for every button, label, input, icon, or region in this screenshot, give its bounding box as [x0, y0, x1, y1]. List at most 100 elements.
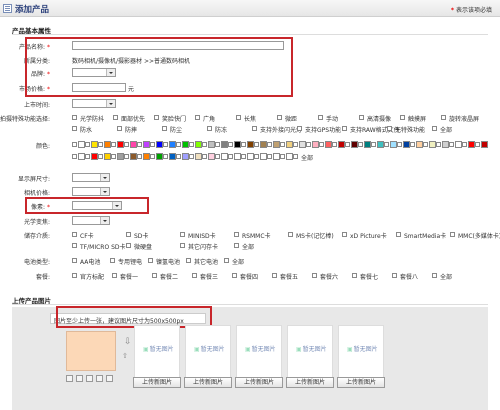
color-checkbox[interactable]: [475, 142, 480, 147]
color-checkbox[interactable]: [85, 142, 90, 147]
color-checkbox[interactable]: [293, 142, 298, 147]
color-checkbox[interactable]: [423, 142, 428, 147]
color-checkbox[interactable]: [319, 142, 324, 147]
color-checkbox[interactable]: [384, 142, 389, 147]
checkbox[interactable]: [112, 273, 117, 278]
checkbox[interactable]: [117, 126, 122, 131]
thumbnail-slot[interactable]: [76, 375, 83, 382]
checkbox[interactable]: [441, 115, 446, 120]
color-checkbox[interactable]: [397, 142, 402, 147]
checkbox[interactable]: [392, 273, 397, 278]
color-checkbox[interactable]: [150, 142, 155, 147]
color-checkbox[interactable]: [85, 154, 90, 159]
checkbox[interactable]: [450, 232, 455, 237]
thumbnail-slot[interactable]: [96, 375, 103, 382]
thumbnail-slot[interactable]: [106, 375, 113, 382]
checkbox[interactable]: [110, 258, 115, 263]
color-checkbox[interactable]: [150, 154, 155, 159]
checkbox[interactable]: [126, 243, 131, 248]
color-checkbox[interactable]: [111, 142, 116, 147]
color-checkbox[interactable]: [436, 142, 441, 147]
color-checkbox[interactable]: [228, 142, 233, 147]
upload-image-button[interactable]: 上传新图片: [235, 377, 283, 388]
color-checkbox[interactable]: [254, 142, 259, 147]
checkbox[interactable]: [72, 115, 77, 120]
checkbox[interactable]: [232, 273, 237, 278]
checkbox[interactable]: [72, 126, 77, 131]
checkbox[interactable]: [180, 232, 185, 237]
color-checkbox[interactable]: [176, 142, 181, 147]
checkbox[interactable]: [272, 273, 277, 278]
color-checkbox[interactable]: [358, 142, 363, 147]
checkbox[interactable]: [400, 115, 405, 120]
color-checkbox[interactable]: [280, 142, 285, 147]
color-checkbox[interactable]: [215, 154, 220, 159]
checkbox[interactable]: [342, 232, 347, 237]
color-checkbox[interactable]: [280, 154, 285, 159]
color-checkbox[interactable]: [98, 154, 103, 159]
color-checkbox[interactable]: [462, 142, 467, 147]
checkbox[interactable]: [72, 273, 77, 278]
checkbox[interactable]: [162, 126, 167, 131]
color-checkbox[interactable]: [254, 154, 259, 159]
checkbox[interactable]: [352, 273, 357, 278]
checkbox[interactable]: [224, 258, 229, 263]
color-checkbox[interactable]: [124, 142, 129, 147]
checkbox[interactable]: [207, 126, 212, 131]
color-checkbox[interactable]: [241, 142, 246, 147]
checkbox[interactable]: [186, 258, 191, 263]
color-checkbox[interactable]: [410, 142, 415, 147]
color-checkbox[interactable]: [111, 154, 116, 159]
checkbox[interactable]: [72, 243, 77, 248]
body-price-select[interactable]: [72, 187, 110, 196]
checkbox[interactable]: [288, 232, 293, 237]
checkbox[interactable]: [236, 115, 241, 120]
upload-image-button[interactable]: 上传新图片: [337, 377, 385, 388]
color-checkbox[interactable]: [306, 142, 311, 147]
checkbox[interactable]: [293, 154, 298, 159]
color-checkbox[interactable]: [189, 154, 194, 159]
screen-select[interactable]: [72, 173, 110, 182]
color-checkbox[interactable]: [332, 142, 337, 147]
checkbox[interactable]: [432, 273, 437, 278]
color-checkbox[interactable]: [228, 154, 233, 159]
checkbox[interactable]: [152, 273, 157, 278]
color-checkbox[interactable]: [137, 142, 142, 147]
checkbox[interactable]: [148, 258, 153, 263]
checkbox[interactable]: [180, 243, 185, 248]
checkbox[interactable]: [359, 115, 364, 120]
checkbox[interactable]: [234, 243, 239, 248]
checkbox[interactable]: [432, 126, 437, 131]
checkbox[interactable]: [312, 273, 317, 278]
checkbox[interactable]: [252, 126, 257, 131]
checkbox[interactable]: [396, 232, 401, 237]
launch-select[interactable]: [72, 99, 116, 108]
color-checkbox[interactable]: [189, 142, 194, 147]
color-checkbox[interactable]: [176, 154, 181, 159]
upload-image-button[interactable]: 上传新图片: [133, 377, 181, 388]
checkbox[interactable]: [113, 115, 118, 120]
checkbox[interactable]: [195, 115, 200, 120]
download-icon[interactable]: ⇩: [124, 337, 132, 347]
checkbox[interactable]: [342, 126, 347, 131]
checkbox[interactable]: [192, 273, 197, 278]
checkbox[interactable]: [154, 115, 159, 120]
upload-image-button[interactable]: 上传新图片: [286, 377, 334, 388]
color-checkbox[interactable]: [267, 154, 272, 159]
color-checkbox[interactable]: [124, 154, 129, 159]
checkbox[interactable]: [72, 258, 77, 263]
checkbox[interactable]: [387, 126, 392, 131]
color-checkbox[interactable]: [371, 142, 376, 147]
thumbnail-slot[interactable]: [66, 375, 73, 382]
checkbox[interactable]: [277, 115, 282, 120]
color-checkbox[interactable]: [241, 154, 246, 159]
color-checkbox[interactable]: [163, 154, 168, 159]
optical-select[interactable]: [72, 216, 110, 225]
color-checkbox[interactable]: [267, 142, 272, 147]
color-checkbox[interactable]: [163, 142, 168, 147]
color-checkbox[interactable]: [72, 154, 77, 159]
checkbox[interactable]: [234, 232, 239, 237]
color-checkbox[interactable]: [202, 154, 207, 159]
upload-image-button[interactable]: 上传新图片: [184, 377, 232, 388]
thumbnail-slot[interactable]: [86, 375, 93, 382]
